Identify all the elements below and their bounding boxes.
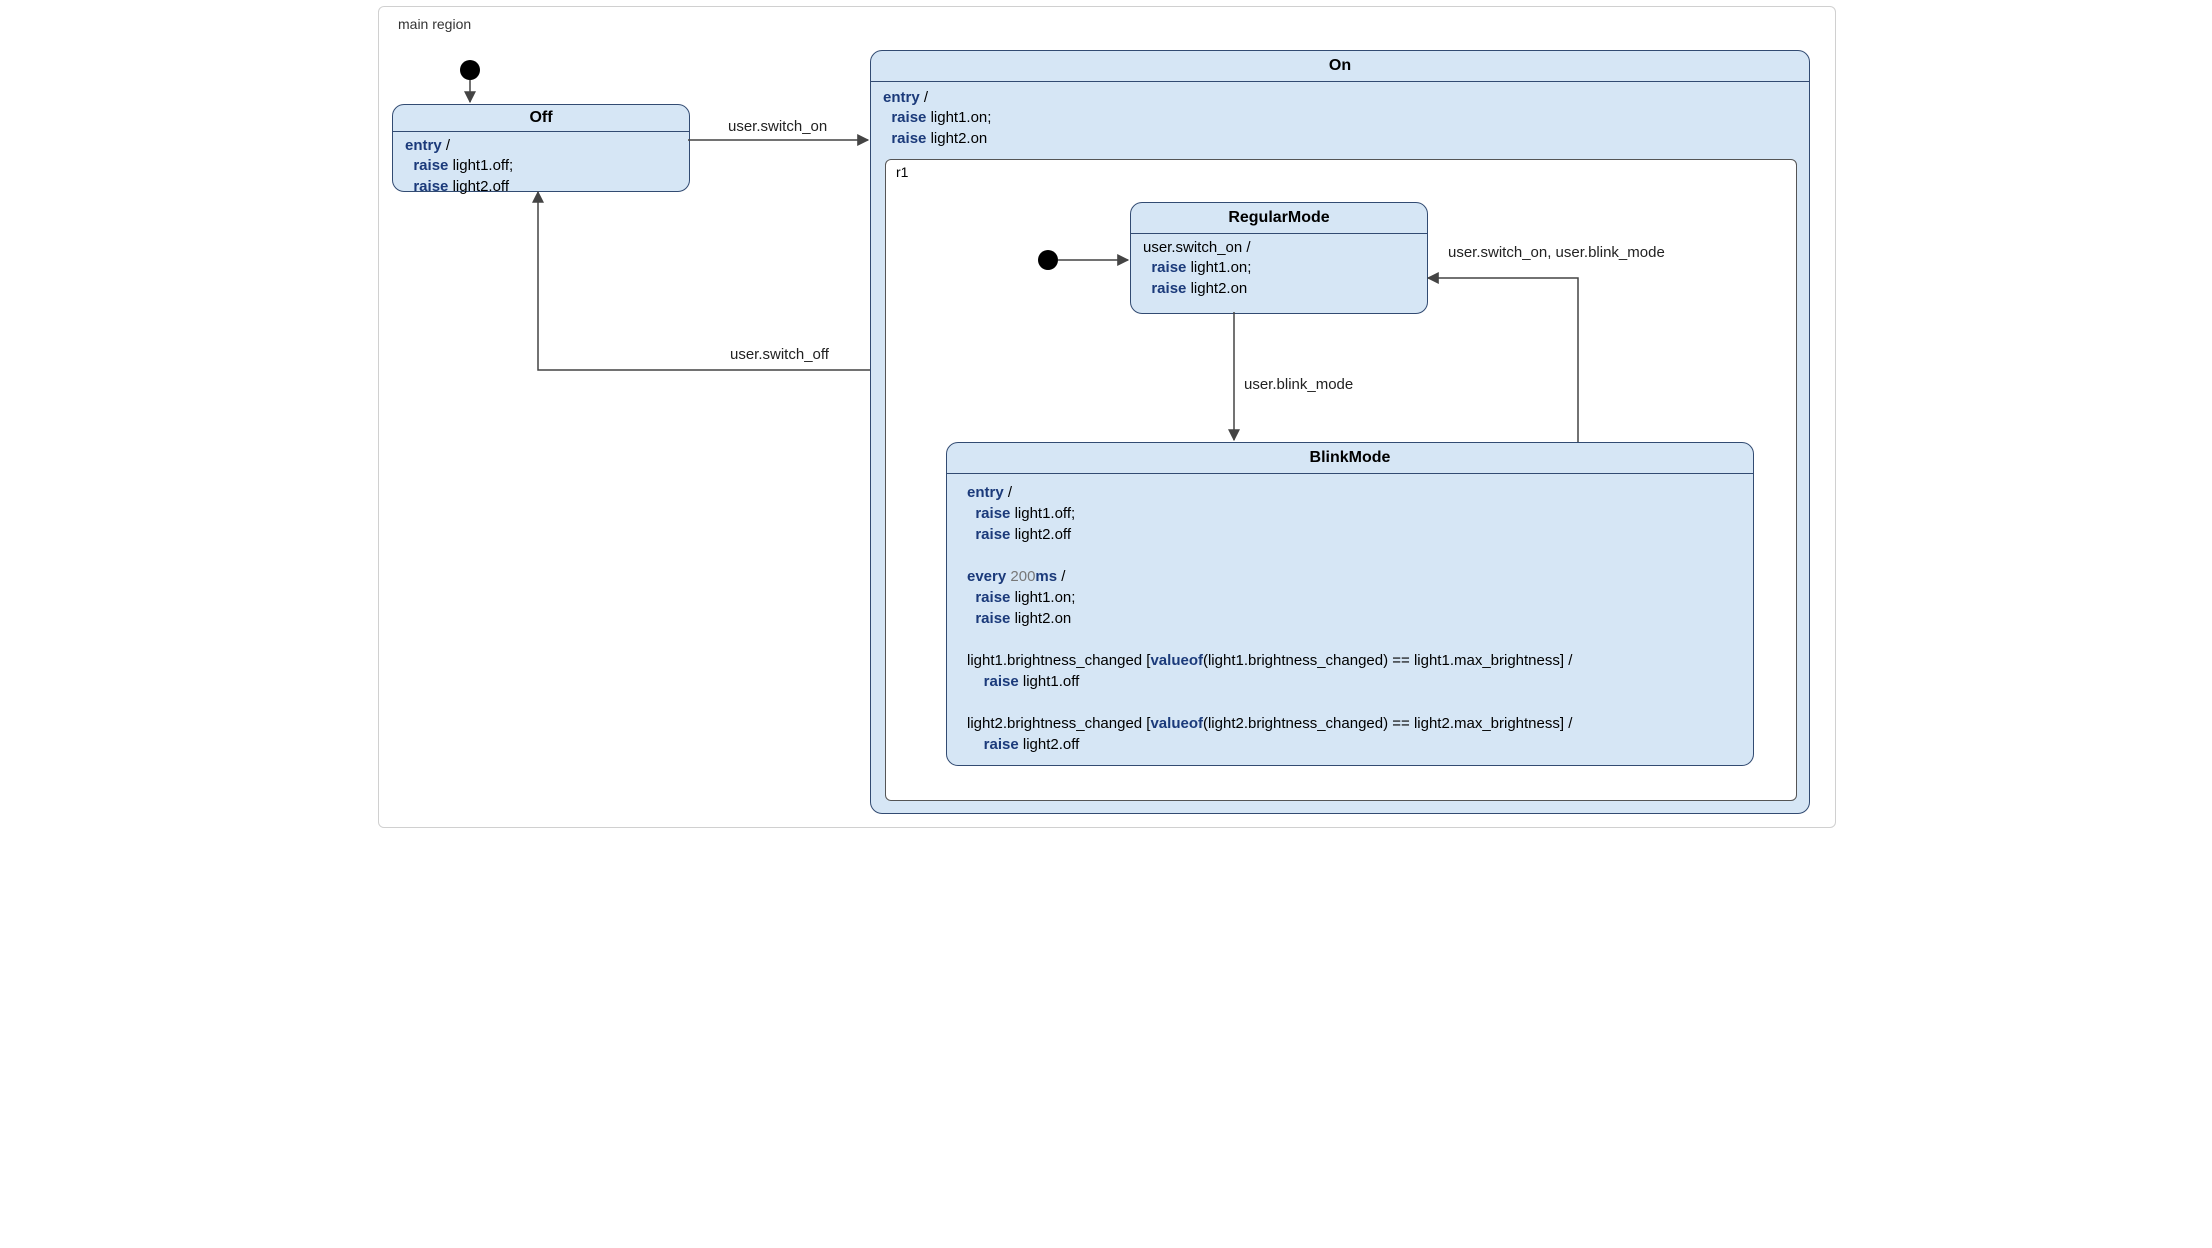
state-on-body: entry / raise light1.on; raise light2.on (871, 82, 1809, 157)
state-blink-title: BlinkMode (947, 443, 1753, 467)
transition-on-to-off: user.switch_off (730, 346, 829, 363)
state-regularmode[interactable]: RegularMode user.switch_on / raise light… (1130, 202, 1428, 314)
state-off[interactable]: Off entry / raise light1.off; raise ligh… (392, 104, 690, 192)
initial-main (460, 60, 480, 80)
transition-off-to-on: user.switch_on (728, 118, 827, 135)
state-blink-body: entry / raise light1.off; raise light2.o… (947, 474, 1753, 763)
main-region-title: main region (398, 16, 471, 32)
state-on-title: On (871, 51, 1809, 75)
initial-r1 (1038, 250, 1058, 270)
state-regular-title: RegularMode (1131, 203, 1427, 227)
statechart-canvas: main region Off entry / raise light1.off… (368, 0, 1844, 832)
state-blinkmode[interactable]: BlinkMode entry / raise light1.off; rais… (946, 442, 1754, 766)
state-off-body: entry / raise light1.off; raise light2.o… (393, 132, 689, 205)
state-regular-body: user.switch_on / raise light1.on; raise … (1131, 234, 1427, 307)
state-off-title: Off (393, 105, 689, 127)
inner-region-title: r1 (896, 164, 908, 180)
transition-blink-to-reg: user.switch_on, user.blink_mode (1448, 244, 1665, 261)
transition-reg-to-blink: user.blink_mode (1244, 376, 1353, 393)
